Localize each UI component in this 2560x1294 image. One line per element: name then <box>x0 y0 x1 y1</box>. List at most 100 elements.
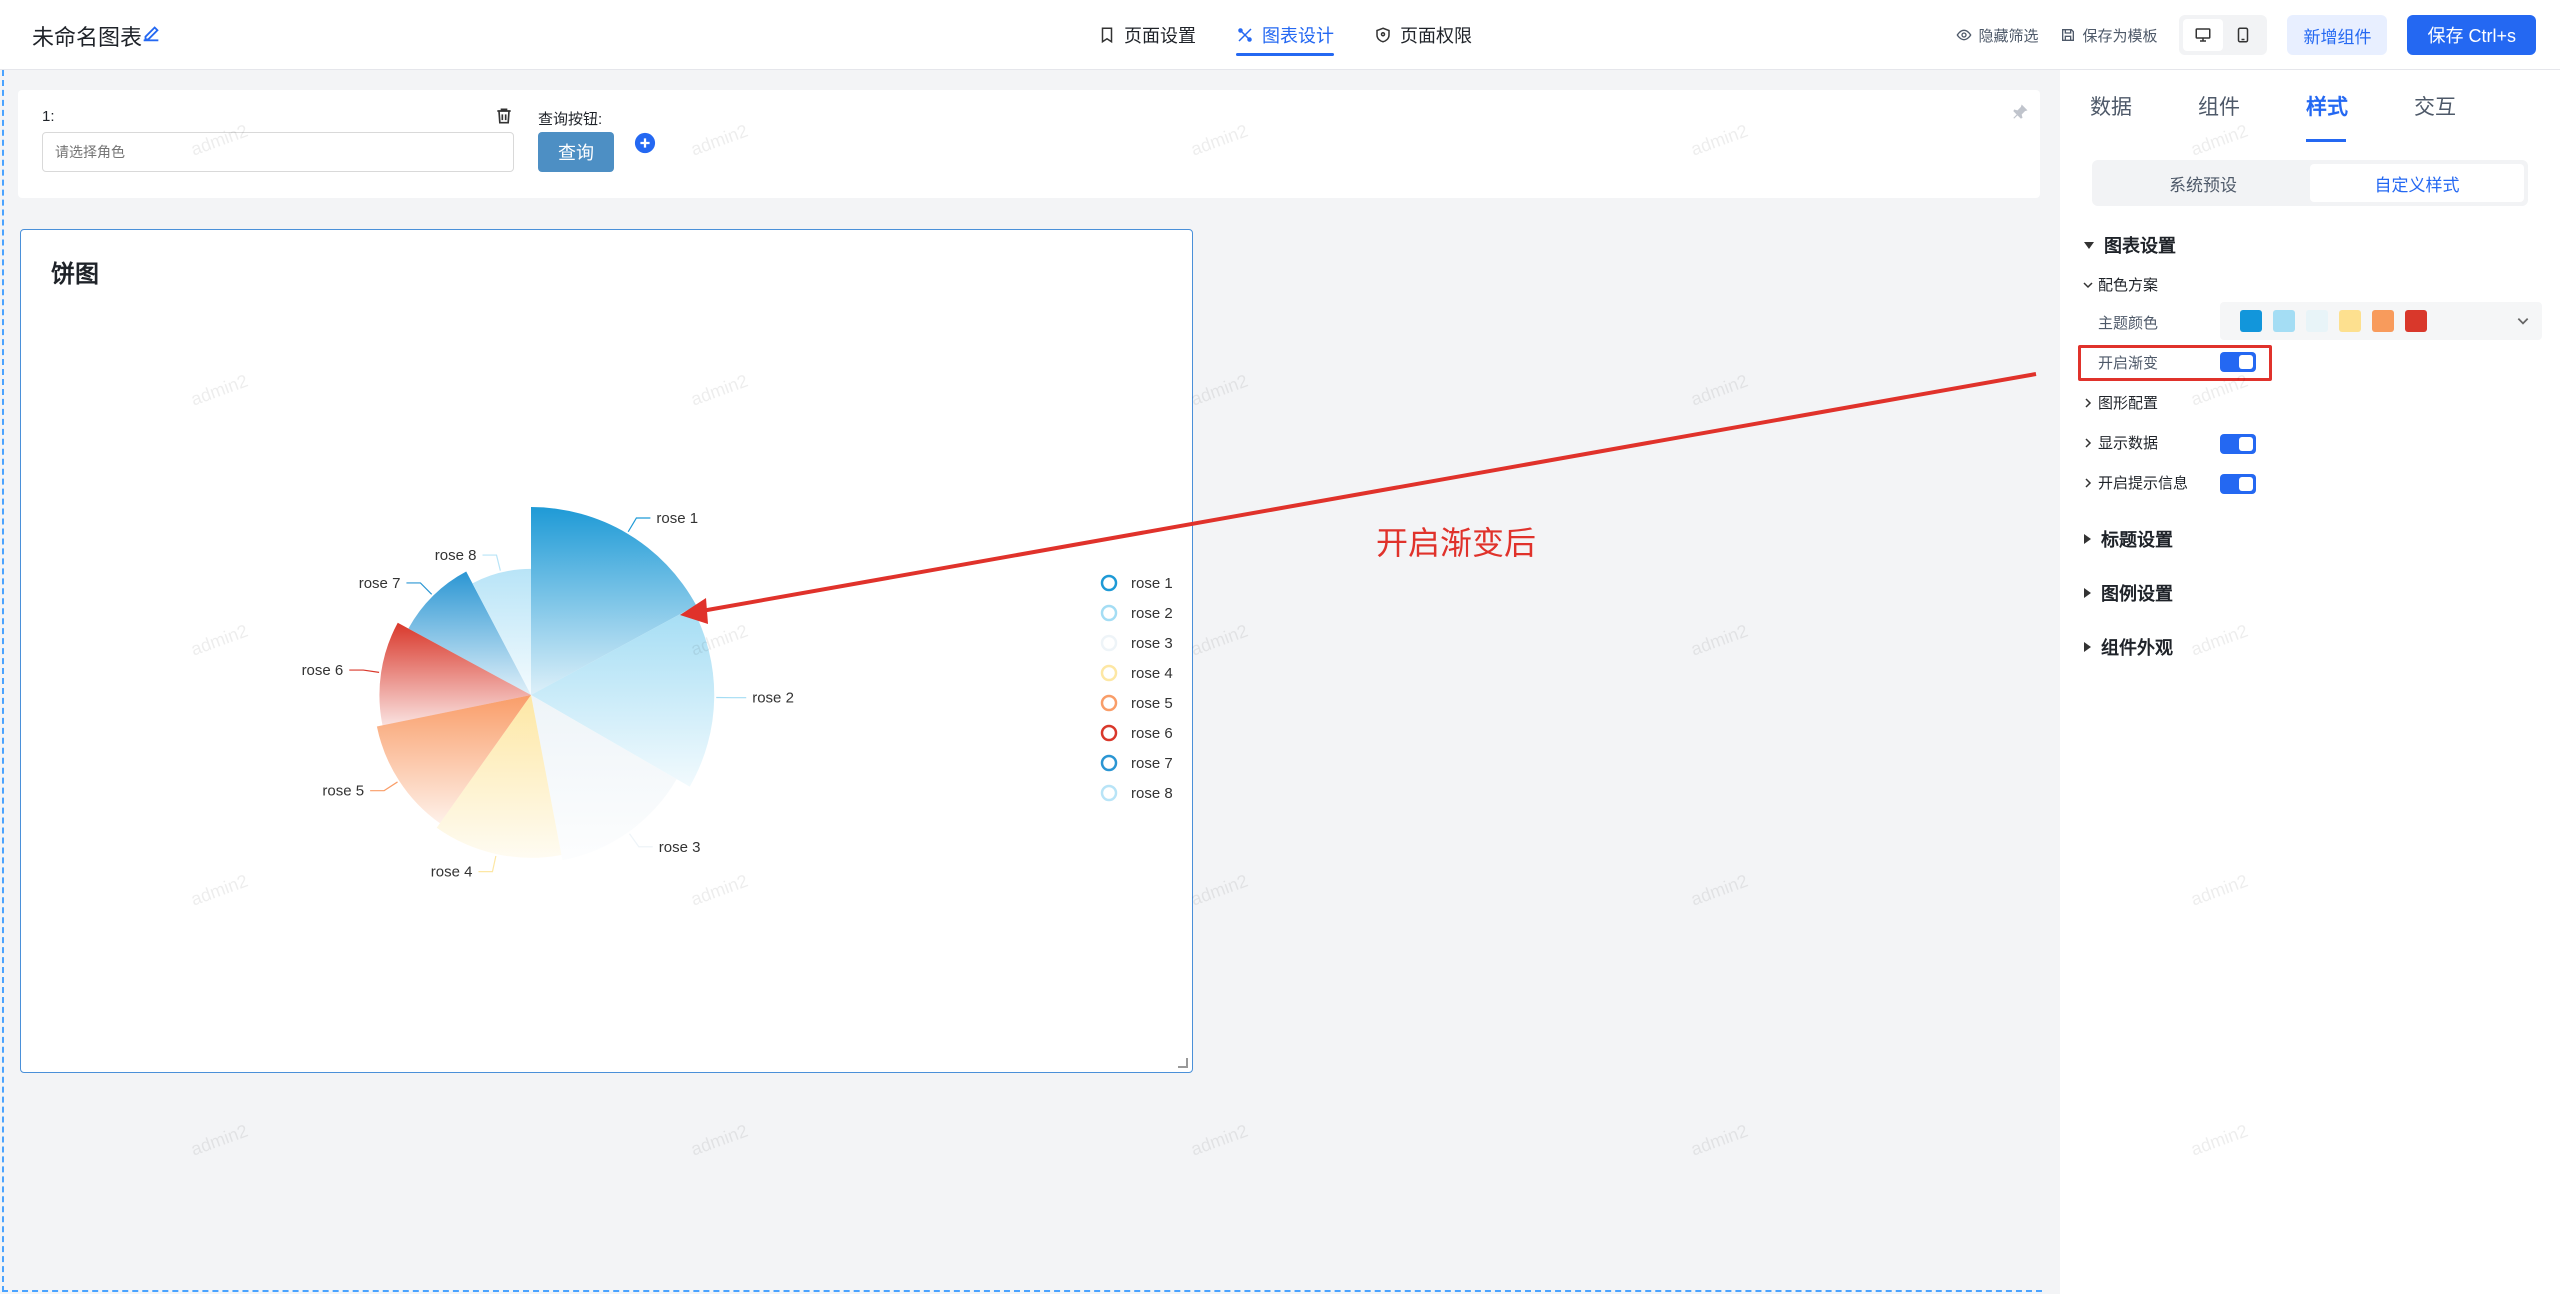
legend-marker[interactable] <box>1100 694 1118 712</box>
query-label: 查询按钮: <box>538 111 603 128</box>
show-tooltip-row[interactable]: 开启提示信息 <box>2082 472 2188 493</box>
slice-label: rose 1 <box>656 510 698 527</box>
color-swatch <box>2339 310 2361 332</box>
tab-component[interactable]: 组件 <box>2198 70 2306 142</box>
theme-color-select[interactable] <box>2220 302 2542 340</box>
edit-icon[interactable] <box>140 22 162 44</box>
show-data-row[interactable]: 显示数据 <box>2082 432 2158 453</box>
tab-label: 图表设计 <box>1262 26 1334 46</box>
system-preset-option[interactable]: 系统预设 <box>2096 164 2310 202</box>
chart-name: 未命名图表 <box>32 25 143 50</box>
style-panel: 数据 组件 样式 交互 系统预设 自定义样式 图表设置 配色方案 主题颜色 开启… <box>2060 70 2560 1294</box>
filter-bar: 1: 查询按钮: 查询 <box>18 90 2040 198</box>
tab-label: 页面权限 <box>1400 26 1472 46</box>
slice-label: rose 6 <box>302 662 344 679</box>
annotation-text: 开启渐变后 <box>1376 525 1537 561</box>
label-leader <box>349 669 380 673</box>
legend-marker[interactable] <box>1100 754 1118 772</box>
role-select-input[interactable] <box>42 132 514 172</box>
color-swatch <box>2306 310 2328 332</box>
legend-marker[interactable] <box>1100 664 1118 682</box>
slice-label: rose 4 <box>431 864 473 881</box>
desktop-view-button[interactable] <box>2183 19 2224 51</box>
legend-label[interactable]: rose 7 <box>1131 755 1173 772</box>
chevron-down-icon <box>2517 318 2529 325</box>
chevron-right-icon <box>2085 477 2092 488</box>
legend-marker[interactable] <box>1100 574 1118 592</box>
tab-style[interactable]: 样式 <box>2306 70 2414 142</box>
tab-page-permissions[interactable]: 页面权限 <box>1374 0 1472 70</box>
show-data-toggle[interactable] <box>2220 434 2256 454</box>
shape-config-row[interactable]: 图形配置 <box>2082 392 2158 413</box>
section-label: 标题设置 <box>2101 530 2173 550</box>
label-leader <box>406 582 433 595</box>
show-tooltip-label: 开启提示信息 <box>2098 475 2189 492</box>
mobile-view-button[interactable] <box>2223 19 2263 51</box>
chart-card[interactable]: 饼图 rose 1 rose 2 rose 3 rose 4 rose 5 rose 6r… <box>20 229 1193 1073</box>
query-button[interactable]: 查询 <box>538 132 614 172</box>
section-label: 图例设置 <box>2101 584 2173 604</box>
legend-marker[interactable] <box>1100 634 1118 652</box>
label-leader <box>482 554 501 571</box>
legend-marker[interactable] <box>1100 604 1118 622</box>
slice-label: rose 3 <box>659 839 701 856</box>
monitor-icon <box>2195 28 2211 42</box>
eye-icon <box>1957 29 1972 41</box>
component-appearance-header[interactable]: 组件外观 <box>2084 634 2173 660</box>
style-mode-segment: 系统预设 自定义样式 <box>2092 160 2528 206</box>
legend-label[interactable]: rose 6 <box>1131 725 1173 742</box>
legend-label[interactable]: rose 3 <box>1131 635 1173 652</box>
color-swatch <box>2240 310 2262 332</box>
legend-label[interactable]: rose 8 <box>1131 785 1173 802</box>
add-component-button[interactable]: 新增组件 <box>2287 15 2388 55</box>
legend-label[interactable]: rose 4 <box>1131 665 1173 682</box>
show-data-label: 显示数据 <box>2098 435 2159 452</box>
color-swatch <box>2372 310 2394 332</box>
slice-label: rose 2 <box>752 690 794 707</box>
hide-filter-button[interactable]: 隐藏筛选 <box>1956 25 2038 46</box>
pin-icon[interactable] <box>2010 102 2030 122</box>
color-swatch <box>2405 310 2427 332</box>
chevron-right-icon <box>2085 397 2092 408</box>
save-template-button[interactable]: 保存为模板 <box>2060 25 2157 46</box>
hide-filter-label: 隐藏筛选 <box>1978 27 2039 45</box>
legend-label[interactable]: rose 1 <box>1131 575 1173 592</box>
show-tooltip-toggle[interactable] <box>2220 474 2256 494</box>
tab-chart-design[interactable]: 图表设计 <box>1236 0 1334 70</box>
chevron-down-icon <box>2083 281 2093 288</box>
tab-page-settings[interactable]: 页面设置 <box>1098 0 1196 70</box>
title-settings-header[interactable]: 标题设置 <box>2084 526 2173 552</box>
center-tabs: 页面设置 图表设计 页面权限 <box>1098 0 1472 70</box>
resize-handle[interactable] <box>1178 1058 1188 1068</box>
tab-data[interactable]: 数据 <box>2090 70 2198 142</box>
legend-marker[interactable] <box>1100 784 1118 802</box>
pie-chart: rose 1 rose 2 rose 3 rose 4 rose 5 rose 6 rose… <box>302 507 1173 881</box>
bookmark-icon <box>1101 27 1113 44</box>
phone-icon <box>2238 27 2249 43</box>
chart-settings-header[interactable]: 图表设置 <box>2084 232 2176 258</box>
add-filter-icon[interactable] <box>634 132 656 154</box>
legend-label[interactable]: rose 2 <box>1131 605 1173 622</box>
trash-icon[interactable] <box>494 106 514 126</box>
custom-style-option[interactable]: 自定义样式 <box>2310 164 2524 202</box>
legend-marker[interactable] <box>1100 724 1118 742</box>
save-template-label: 保存为模板 <box>2082 27 2158 45</box>
tab-label: 页面设置 <box>1124 26 1196 46</box>
legend-label[interactable]: rose 5 <box>1131 695 1173 712</box>
device-toggle <box>2179 15 2268 55</box>
slice-label: rose 7 <box>359 575 401 592</box>
theme-color-label: 主题颜色 <box>2098 315 2159 332</box>
label-leader <box>370 781 398 792</box>
right-tools: 隐藏筛选 保存为模板 新增组件 保存 Ctrl+s <box>1956 0 2560 70</box>
section-label: 图表设置 <box>2104 236 2176 256</box>
caret-right-icon <box>2084 588 2091 598</box>
legend-settings-header[interactable]: 图例设置 <box>2084 580 2173 606</box>
shape-config-label: 图形配置 <box>2098 395 2159 412</box>
design-icon <box>1238 28 1252 42</box>
top-bar: 未命名图表 页面设置 图表设计 页面权限 隐藏筛选 保存为模板 新增组件 保存 … <box>0 0 2560 70</box>
tab-interaction[interactable]: 交互 <box>2414 70 2522 142</box>
color-scheme-row[interactable]: 配色方案 <box>2082 274 2158 295</box>
save-button[interactable]: 保存 Ctrl+s <box>2407 15 2536 55</box>
panel-tabs: 数据 组件 样式 交互 <box>2090 70 2522 142</box>
slice-label: rose 8 <box>435 547 477 564</box>
